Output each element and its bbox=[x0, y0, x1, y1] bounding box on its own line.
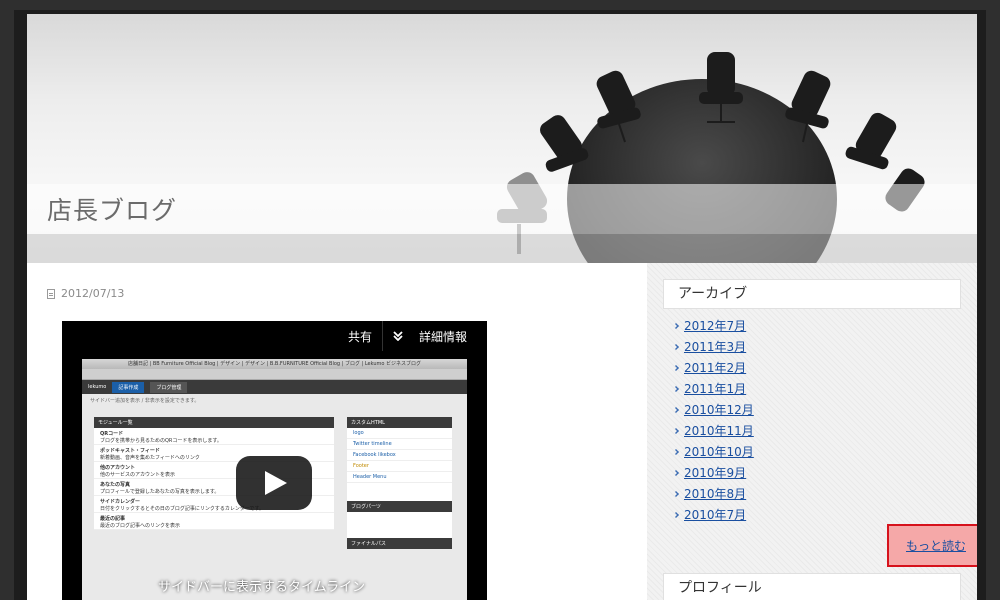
archive-link[interactable]: 2012年7月 bbox=[684, 317, 746, 334]
header-banner: 店長ブログ bbox=[27, 14, 977, 263]
archive-list: 2012年7月 2011年3月 2011年2月 2011年1月 2010年12月… bbox=[673, 315, 754, 525]
thumb-parts-header: ブログパーツ bbox=[347, 501, 452, 512]
archive-item: 2010年9月 bbox=[673, 462, 754, 483]
archive-link[interactable]: 2010年8月 bbox=[684, 485, 746, 502]
archive-item: 2010年10月 bbox=[673, 441, 754, 462]
archive-item: 2011年1月 bbox=[673, 378, 754, 399]
archive-link[interactable]: 2010年11月 bbox=[684, 422, 754, 439]
chevron-right-icon bbox=[673, 490, 679, 497]
archive-item: 2010年11月 bbox=[673, 420, 754, 441]
chevron-right-icon bbox=[673, 511, 679, 518]
chevron-right-icon bbox=[673, 322, 679, 329]
thumb-module-row: QRコード ブログを携帯から見るためのQRコードを表示します。 bbox=[94, 428, 334, 445]
post-date: 2012/07/13 bbox=[47, 287, 124, 300]
thumb-subtext: サイドバー追加を表示 / 非表示を設定できます。 bbox=[90, 398, 200, 404]
site-title[interactable]: 店長ブログ bbox=[47, 191, 177, 227]
thumb-manage-button: ブログ管理 bbox=[150, 381, 188, 393]
archive-link[interactable]: 2010年9月 bbox=[684, 464, 746, 481]
thumb-module-header: モジュール一覧 bbox=[94, 417, 334, 428]
chevron-right-icon bbox=[673, 364, 679, 371]
play-button[interactable] bbox=[236, 456, 312, 510]
archive-item: 2011年2月 bbox=[673, 357, 754, 378]
archive-item: 2011年3月 bbox=[673, 336, 754, 357]
thumb-module-row: 最近の記事 最近のブログ記事へのリンクを表示 bbox=[94, 513, 334, 530]
archive-item: 2012年7月 bbox=[673, 315, 754, 336]
video-caption: サイドバーに表示するタイムライン bbox=[158, 580, 366, 595]
thumb-window-title: 店舗日記 | BB Furniture Official Blog | デザイン… bbox=[82, 359, 467, 369]
archive-item: 2010年7月 bbox=[673, 504, 754, 525]
sidebar: アーカイブ 2012年7月 2011年3月 2011年2月 2011年1月 20… bbox=[647, 263, 977, 600]
chevron-right-icon bbox=[673, 448, 679, 455]
main-content: 2012/07/13 店舗日記 | BB Furniture Official … bbox=[27, 263, 647, 600]
share-button[interactable]: 共有 bbox=[338, 328, 382, 345]
archive-link[interactable]: 2010年7月 bbox=[684, 506, 746, 523]
chevron-right-icon bbox=[673, 385, 679, 392]
video-top-bar: 共有 詳細情報 bbox=[338, 321, 487, 351]
profile-widget-title: プロフィール bbox=[663, 573, 961, 600]
chevron-right-icon bbox=[673, 469, 679, 476]
document-icon bbox=[47, 288, 55, 299]
chevron-right-icon bbox=[673, 427, 679, 434]
header-lower-band bbox=[27, 234, 977, 263]
chevron-right-icon bbox=[673, 406, 679, 413]
thumb-nav: lekumo 記事作成 ブログ管理 bbox=[82, 380, 467, 394]
embedded-video-player[interactable]: 店舗日記 | BB Furniture Official Blog | デザイン… bbox=[62, 321, 487, 600]
archive-link[interactable]: 2011年2月 bbox=[684, 359, 746, 376]
chevron-right-icon bbox=[673, 343, 679, 350]
info-button[interactable]: 詳細情報 bbox=[383, 328, 487, 345]
thumb-custom-header: カスタムHTML bbox=[347, 417, 452, 428]
chevron-double-down-icon bbox=[393, 331, 403, 341]
info-label: 詳細情報 bbox=[418, 329, 467, 344]
post-date-text: 2012/07/13 bbox=[61, 287, 125, 300]
archive-link[interactable]: 2010年12月 bbox=[684, 401, 754, 418]
thumb-custom-html: カスタムHTML logo Twitter timeline Facebook … bbox=[347, 417, 452, 549]
read-more-button[interactable]: もっと読む bbox=[887, 524, 977, 567]
read-more-link[interactable]: もっと読む bbox=[906, 537, 966, 554]
archive-link[interactable]: 2010年10月 bbox=[684, 443, 754, 460]
archive-link[interactable]: 2011年3月 bbox=[684, 338, 746, 355]
archive-widget-title: アーカイブ bbox=[663, 279, 961, 309]
archive-link[interactable]: 2011年1月 bbox=[684, 380, 746, 397]
thumb-url-bar bbox=[82, 369, 467, 380]
thumb-post-button: 記事作成 bbox=[112, 381, 145, 393]
archive-item: 2010年12月 bbox=[673, 399, 754, 420]
archive-item: 2010年8月 bbox=[673, 483, 754, 504]
thumb-brand: lekumo bbox=[88, 384, 107, 390]
blog-page: 店長ブログ 2012/07/13 店舗日記 | BB Furniture Off… bbox=[27, 14, 977, 600]
thumb-permalink-header: ファイナルパス bbox=[347, 538, 452, 549]
